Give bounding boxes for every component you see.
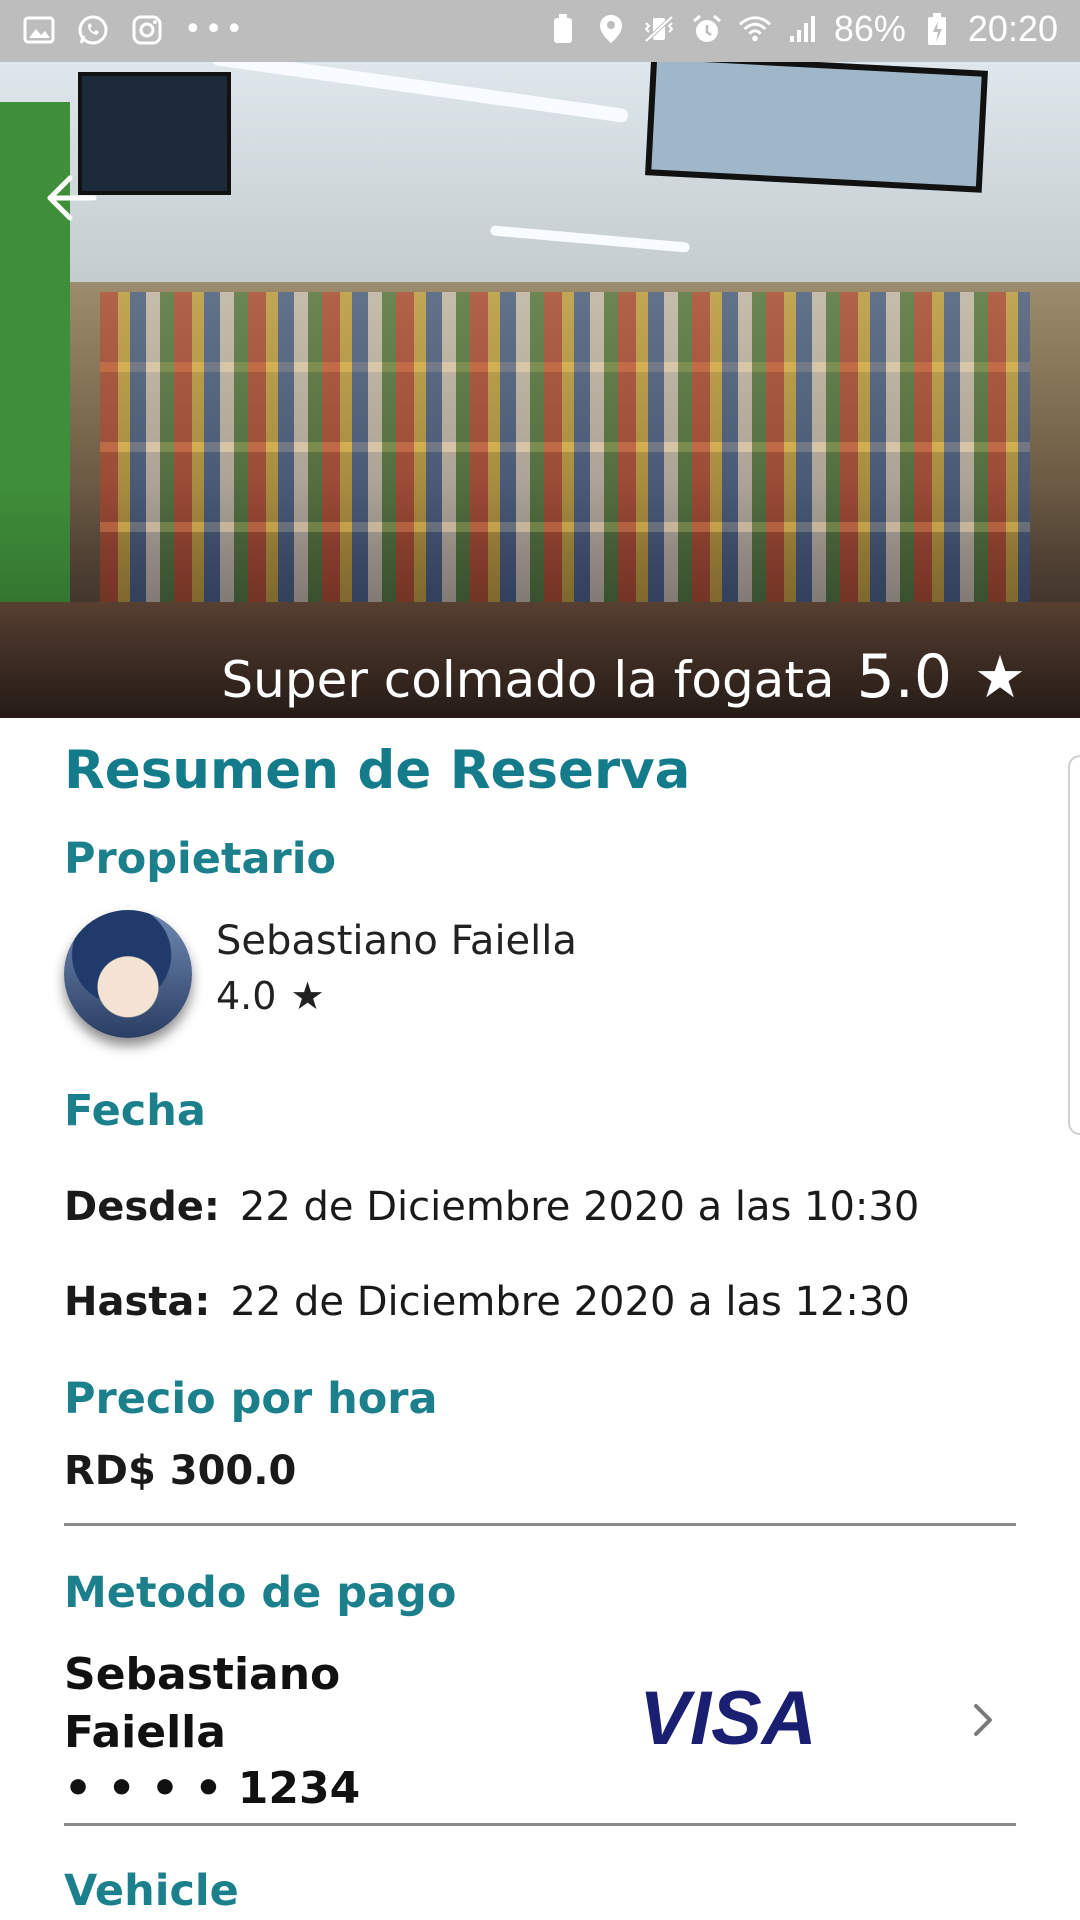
place-name: Super colmado la fogata <box>221 651 835 709</box>
battery-saver-icon <box>546 12 580 46</box>
instagram-icon <box>130 13 164 47</box>
price-value: RD$ 300.0 <box>64 1448 297 1494</box>
date-to: Hasta: 22 de Diciembre 2020 a las 12:30 <box>64 1279 910 1325</box>
payment-heading: Metodo de pago <box>64 1568 457 1618</box>
gallery-icon <box>22 13 56 47</box>
card-holder: Sebastiano Faiella <box>64 1649 341 1758</box>
owner-rating-value: 4.0 <box>216 974 277 1018</box>
vehicle-heading: Vehicle <box>64 1866 239 1916</box>
owner-rating: 4.0 ★ <box>216 974 325 1018</box>
place-header: Super colmado la fogata 5.0 ★ <box>221 642 1026 712</box>
card-brand: VISA <box>639 1684 816 1754</box>
status-bar-system: 86% 20:20 <box>546 8 1058 50</box>
arrow-left-icon <box>47 175 97 221</box>
date-from-label: Desde: <box>64 1184 220 1230</box>
side-panel-edge[interactable] <box>1068 755 1080 1135</box>
location-icon <box>594 12 628 46</box>
alarm-icon <box>690 12 724 46</box>
battery-charging-icon <box>920 12 954 46</box>
page-title: Resumen de Reserva <box>64 740 691 801</box>
star-icon: ★ <box>290 974 325 1018</box>
owner-name: Sebastiano Faiella <box>216 918 577 964</box>
price-heading: Precio por hora <box>64 1374 438 1424</box>
more-dots-icon: ••• <box>184 12 247 47</box>
status-bar-notifications: ••• <box>22 12 246 47</box>
photo-tv <box>645 62 988 193</box>
date-heading: Fecha <box>64 1086 206 1136</box>
whatsapp-icon <box>76 13 110 47</box>
date-from-value: 22 de Diciembre 2020 a las 10:30 <box>239 1184 920 1230</box>
avatar[interactable] <box>64 910 192 1038</box>
date-to-value: 22 de Diciembre 2020 a las 12:30 <box>230 1279 910 1325</box>
card-number: • • • • 1234 <box>64 1763 361 1814</box>
divider <box>64 1523 1016 1526</box>
battery-percent: 86% <box>833 8 906 49</box>
place-photo: Super colmado la fogata 5.0 ★ <box>0 62 1080 718</box>
place-rating: 5.0 <box>856 642 952 712</box>
date-from: Desde: 22 de Diciembre 2020 a las 10:30 <box>64 1184 919 1230</box>
vibrate-mute-icon <box>642 12 676 46</box>
clock: 20:20 <box>967 8 1058 49</box>
back-button[interactable] <box>42 172 102 224</box>
wifi-icon <box>738 12 772 46</box>
visa-logo-icon: VISA <box>639 1684 816 1754</box>
owner-heading: Propietario <box>64 834 337 884</box>
date-to-label: Hasta: <box>64 1279 211 1325</box>
chevron-right-icon[interactable] <box>968 1698 998 1742</box>
divider <box>64 1823 1016 1826</box>
star-icon: ★ <box>974 643 1026 711</box>
signal-icon <box>786 12 820 46</box>
status-bar: ••• 86% 20:20 <box>0 0 1080 62</box>
